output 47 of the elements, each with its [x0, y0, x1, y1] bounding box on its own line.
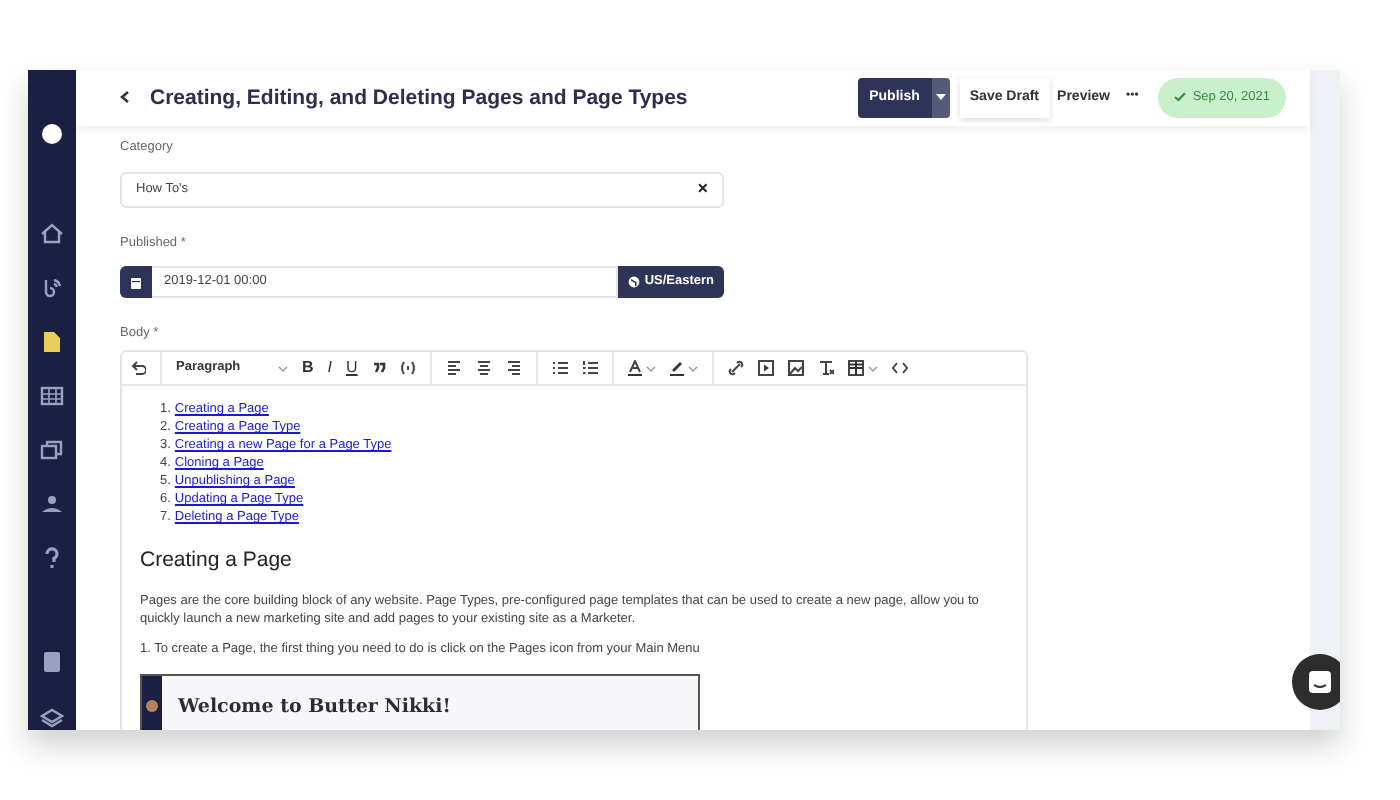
users-icon[interactable]	[40, 492, 64, 516]
layers-icon[interactable]	[40, 704, 64, 728]
clear-button[interactable]: ×	[697, 175, 708, 203]
rich-text-editor[interactable]	[120, 350, 1028, 730]
page-title: Creating, Editing, and Deleting Pages and Page Types	[150, 85, 688, 111]
link-icon[interactable]	[727, 360, 744, 376]
caret-icon	[645, 365, 656, 371]
table-icon	[847, 360, 864, 376]
clear-format-icon[interactable]	[817, 360, 834, 376]
chat-button[interactable]	[1292, 654, 1340, 710]
globe-icon	[628, 276, 641, 289]
highlighter-icon	[669, 360, 684, 376]
chat-icon	[1308, 670, 1332, 694]
feed-icon[interactable]	[40, 276, 64, 300]
caret-icon	[278, 365, 288, 371]
text-color-button[interactable]	[627, 360, 656, 376]
bold-button[interactable]: B	[302, 360, 314, 376]
caret-icon	[687, 365, 698, 371]
align-right-icon[interactable]	[505, 360, 522, 376]
table-icon[interactable]	[40, 384, 64, 408]
italic-button[interactable]: I	[327, 360, 333, 376]
video-icon[interactable]	[757, 360, 774, 376]
highlight-button[interactable]	[669, 360, 698, 376]
text-color-icon	[627, 360, 642, 376]
align-center-icon[interactable]	[475, 360, 492, 376]
calendar-icon	[130, 275, 142, 290]
bullet-list-icon[interactable]	[551, 360, 568, 376]
document-icon[interactable]	[40, 330, 64, 354]
embedded-heading: Welcome to Butter Nikki!	[178, 694, 453, 723]
help-icon[interactable]	[40, 546, 64, 570]
logo-icon[interactable]	[40, 122, 64, 146]
table-button[interactable]	[847, 360, 878, 376]
align-left-icon[interactable]	[445, 360, 462, 376]
caret-icon	[867, 365, 878, 371]
quote-icon[interactable]	[371, 360, 386, 376]
caret-icon	[935, 94, 946, 101]
code-icon[interactable]	[891, 360, 908, 376]
content-heading: Creating a Page	[140, 548, 294, 574]
underline-button[interactable]: U	[346, 360, 358, 376]
avatar-icon	[146, 700, 158, 713]
undo-icon[interactable]	[130, 360, 146, 376]
numbered-list-icon[interactable]	[581, 360, 598, 376]
calendar-button[interactable]	[120, 266, 152, 299]
home-icon[interactable]	[40, 222, 64, 246]
inline-code-icon[interactable]	[399, 360, 416, 376]
collections-icon[interactable]	[40, 438, 64, 462]
image-icon[interactable]	[787, 360, 804, 376]
